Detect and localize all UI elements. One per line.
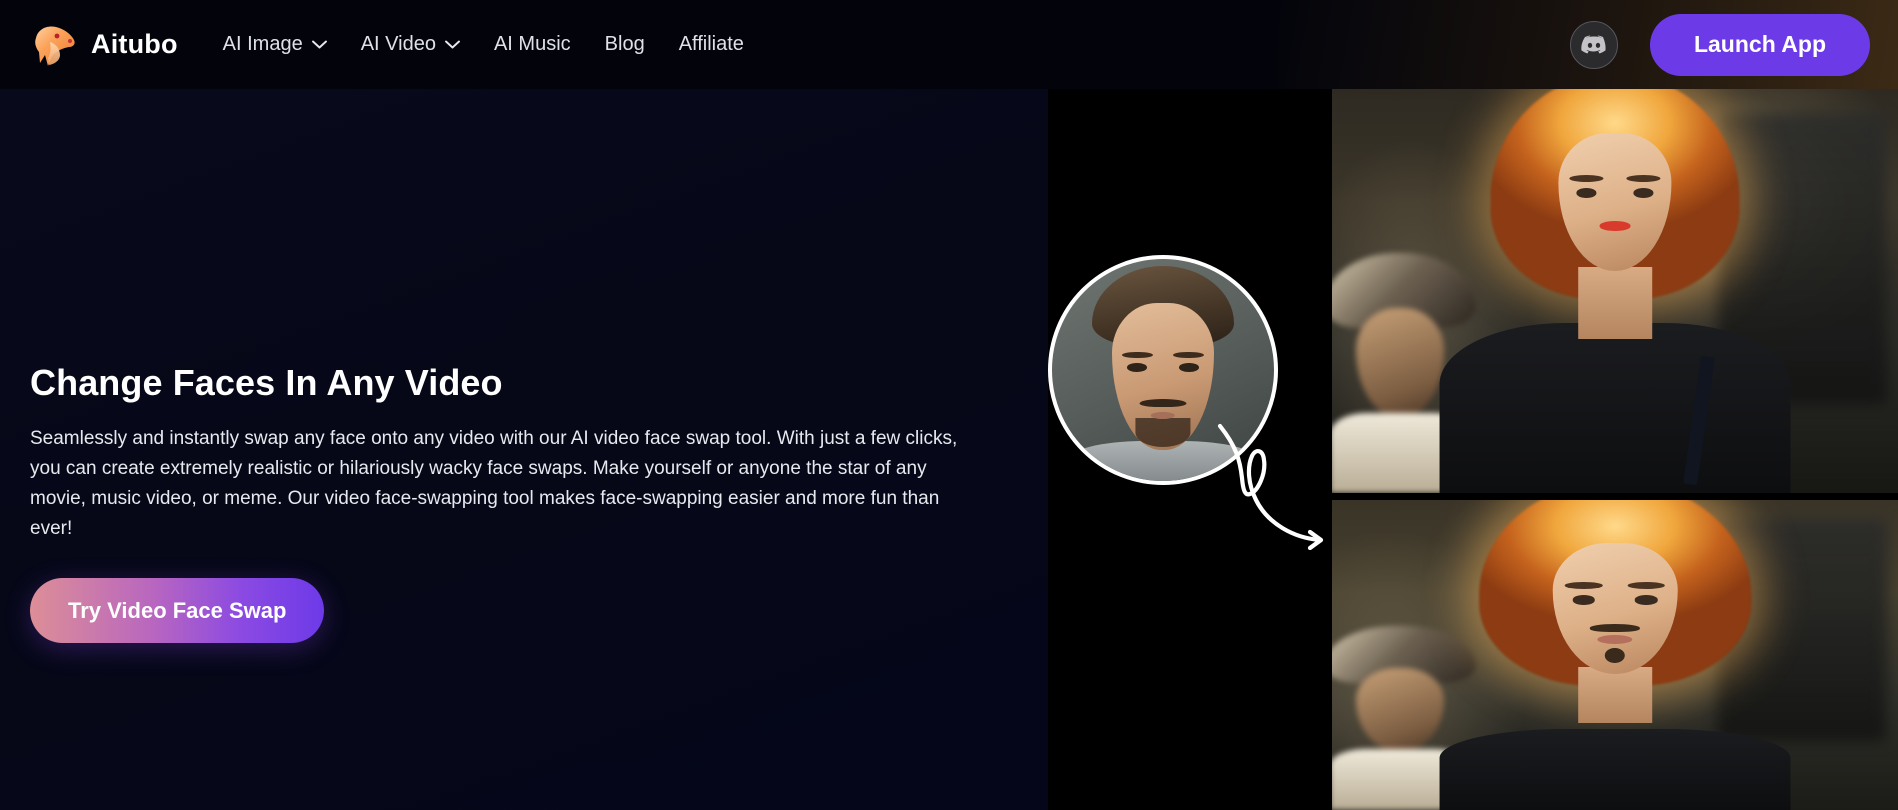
neck — [1578, 667, 1652, 724]
chevron-down-icon — [311, 40, 327, 49]
nav-item-blog[interactable]: Blog — [605, 33, 645, 56]
curly-arrow-icon — [1217, 423, 1324, 550]
try-video-face-swap-button[interactable]: Try Video Face Swap — [30, 578, 325, 643]
capybara-logo-icon — [35, 25, 75, 66]
nav-item-ai-music[interactable]: AI Music — [494, 33, 571, 56]
discord-button[interactable] — [1569, 20, 1618, 69]
chevron-down-icon — [445, 40, 460, 49]
launch-app-button[interactable]: Launch App — [1649, 13, 1870, 76]
black-dress — [1439, 729, 1791, 810]
header-actions: Launch App — [1569, 13, 1870, 76]
video-frame-swapped[interactable]: Face-swapped result: the man's face on t… — [1332, 500, 1898, 810]
page-title: Change Faces In Any Video — [30, 362, 503, 403]
brand-logo[interactable]: Aitubo — [30, 22, 178, 68]
nav-item-label: AI Image — [222, 33, 303, 55]
nav-item-ai-video[interactable]: AI Video — [361, 33, 460, 56]
main-nav: AI Image AI Video AI Music Blog Affiliat… — [223, 33, 744, 56]
nav-item-affiliate[interactable]: Affiliate — [679, 33, 744, 56]
media-strip: Original video still: woman with red cur… — [1332, 89, 1898, 810]
hero-description: Seamlessly and instantly swap any face o… — [30, 428, 958, 539]
nav-item-label: Blog — [604, 33, 645, 55]
nav-item-label: AI Music — [493, 33, 571, 55]
black-dress — [1439, 323, 1791, 493]
swapped-scene-image — [1332, 500, 1898, 810]
hero-section: Change Faces In Any Video Seamlessly and… — [30, 362, 980, 643]
original-scene-image — [1332, 89, 1898, 493]
site-header: Aitubo AI Image AI Video AI Music Blog A… — [0, 0, 1898, 89]
neck — [1578, 266, 1652, 340]
nav-item-label: AI Video — [360, 33, 436, 55]
portrait-face — [1111, 303, 1215, 450]
nav-item-label: Affiliate — [678, 33, 744, 55]
video-frame-original[interactable]: Original video still: woman with red cur… — [1332, 89, 1898, 493]
discord-icon — [1581, 34, 1606, 53]
brand-name: Aitubo — [91, 29, 178, 59]
landing-page: Original video still: woman with red cur… — [0, 0, 1898, 810]
nav-item-ai-image[interactable]: AI Image — [223, 33, 327, 56]
